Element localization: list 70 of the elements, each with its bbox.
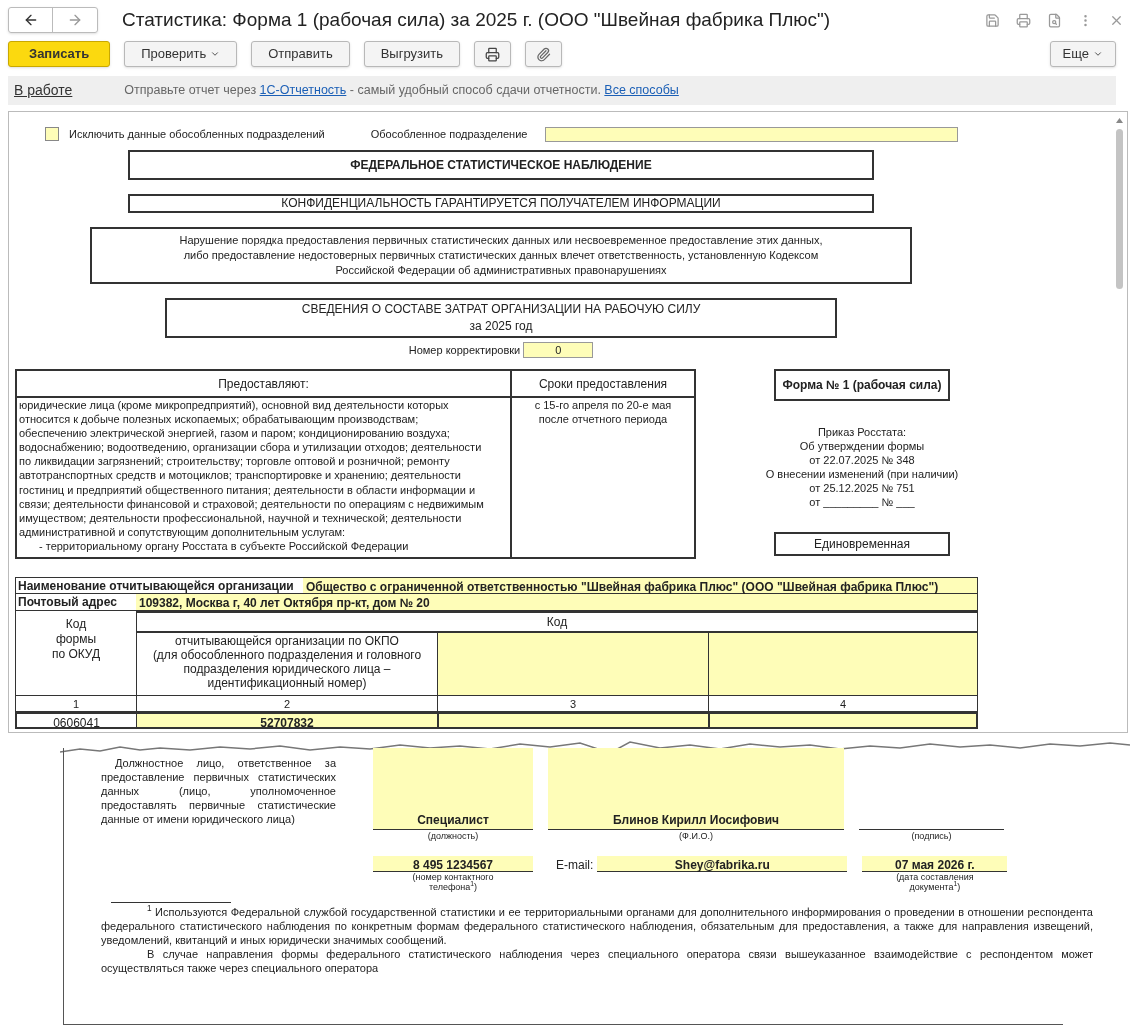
okud-header: Код формы по ОКУД xyxy=(50,616,102,663)
report-title: СВЕДЕНИЯ О СОСТАВЕ ЗАТРАТ ОРГАНИЗАЦИИ НА РАБОЧУЮ СИЛУ за 2025 год xyxy=(165,297,837,338)
caret-icon xyxy=(1093,49,1103,59)
scroll-up-icon[interactable] xyxy=(1115,118,1123,123)
print-button[interactable] xyxy=(474,41,511,67)
code-cell[interactable] xyxy=(437,714,708,727)
periodicity: Единовременная xyxy=(774,532,950,556)
column-number: 1 xyxy=(71,697,81,711)
deadline-text: с 15-го апреля по 20-е мая после отчетного периода xyxy=(533,398,673,426)
column-header: Предоставляют: xyxy=(17,371,512,396)
providers-text: юридические лица (кроме микропредприятий), основной вид деятельности которых относится к добыче полезных ископаемых; обрабатывающим производствам; обеспечению электрической энергией, газом и паром; кондиционированию воздуха; водоснабжению; водоотведению, организации сбора и утилизации отходов; деятельности по ликвидации загрязнений; строительству; торговле оптовой и розничной; ремонту автотранспортных средств и мотоциклов; транспортировке и хранению; деятельности гостиниц и предприятий общественного питания; деятельности в области информации и связи; деятельности финансовой и страховой; деятельности по операциям с недвижимым имуществом; деятельности профессиональной, научной и технической; деятельности административной и сопутствующим дополнительным услугам: xyxy=(19,398,485,539)
name-field[interactable]: Блинов Кирилл Иосифович xyxy=(548,748,844,830)
printer-icon xyxy=(485,46,500,62)
preview-icon[interactable] xyxy=(1047,12,1062,28)
code-cell[interactable] xyxy=(437,633,708,695)
exclude-checkbox[interactable] xyxy=(45,127,59,142)
save-button[interactable]: Записать xyxy=(8,41,111,67)
column-number: 4 xyxy=(708,696,977,711)
code-cell[interactable] xyxy=(708,633,977,695)
exclude-label: Исключить данные обособленных подразделений xyxy=(69,127,325,142)
toolbar-button[interactable]: Отправить xyxy=(251,41,350,67)
okpo-value[interactable]: 52707832 xyxy=(136,714,437,727)
address-value[interactable]: 109382, Москва г, 40 лет Октября пр-кт, дом № 20 xyxy=(136,594,977,610)
save-icon[interactable] xyxy=(985,12,1000,28)
org-value[interactable]: Общество с ограниченной ответственностью "Швейная фабрика Плюс" (ООО "Швейная фабрика Плюс") xyxy=(303,578,977,593)
more-button[interactable]: Еще xyxy=(1049,41,1116,67)
email-label: E-mail: xyxy=(556,856,594,874)
attach-button[interactable] xyxy=(525,41,562,67)
right-arrow-icon xyxy=(67,12,83,28)
okpo-header: отчитывающейся организации по ОКПО (для обособленного подразделения и головного подразделения юридического лица – идентификационный номер) xyxy=(151,633,423,692)
name-caption: (Ф.И.О.) xyxy=(678,830,714,843)
info-message: Отправьте отчет через 1С-Отчетность - самый удобный способ сдачи отчетности. Все способы xyxy=(124,82,679,100)
column-number: 3 xyxy=(437,696,708,711)
survey-title: ФЕДЕРАЛЬНОЕ СТАТИСТИЧЕСКОЕ НАБЛЮДЕНИЕ xyxy=(128,149,874,180)
code-cell[interactable] xyxy=(708,714,976,727)
position-caption: (должность) xyxy=(426,830,480,843)
org-label: Наименование отчитывающейся организации xyxy=(17,577,295,595)
responsible-person-text: Должностное лицо, ответственное за предоставление первичных статистических данных (лицо, уполномоченное предоставлять первичные статистические данные от имени юридического лица) xyxy=(101,756,336,827)
recipient-text: - территориальному органу Росстата в субъекте Российской Федерации xyxy=(38,538,410,554)
address-label: Почтовый адрес xyxy=(17,594,118,611)
column-header: Сроки предоставления xyxy=(537,375,669,393)
confidentiality-notice: КОНФИДЕНЦИАЛЬНОСТЬ ГАРАНТИРУЕТСЯ ПОЛУЧАТЕЛЕМ ИНФОРМАЦИИ xyxy=(128,193,874,213)
okud-value: 0606041 xyxy=(52,715,101,727)
order-text: Приказ Росстата: Об утверждении формы от 22.07.2025 № 348 О внесении изменений (при наличии) от 25.12.2025 № 751 от _________ № ___ xyxy=(765,425,959,509)
date-field[interactable]: 07 мая 2026 г. xyxy=(862,855,1008,872)
toolbar-button[interactable]: Выгрузить xyxy=(363,41,460,67)
phone-caption: (номер контактного телефона$^{1}$) xyxy=(411,871,495,892)
service-link[interactable]: 1С-Отчетность xyxy=(259,83,347,98)
code-header: Код xyxy=(137,611,977,633)
footnote-text: $^{1}$ Используются Федеральной службой государственной статистики и ее территориальными органами для дополнительного информирования о проведении в отношении респондента федерального статистического наблюдения по конкретным формам федерального статистического наблюдения, обязательным для предоставления, а также для направления извещений, уведомлений, квитанций и иных юридически значимых сообщений. xyxy=(101,904,1093,947)
subdivision-label: Обособленное подразделение xyxy=(370,127,528,142)
phone-field[interactable]: 8 495 1234567 xyxy=(373,855,533,872)
footnote-text: В случае направления формы федерального статистического наблюдения через специального оператора связи вышеуказанное взаимодействие с респондентом может осуществляться также через специального оператора xyxy=(101,946,1093,975)
print-icon[interactable] xyxy=(1016,12,1031,28)
position-field[interactable]: Специалист xyxy=(373,748,533,830)
window-title: Статистика: Форма 1 (рабочая сила) за 2025 г. (ООО "Швейная фабрика Плюс") xyxy=(122,7,831,32)
signature-caption: (подпись) xyxy=(910,830,953,843)
all-methods-link[interactable]: Все способы xyxy=(604,83,679,98)
correction-label: Номер корректировки xyxy=(408,342,521,358)
date-caption: (дата составления документа$^{1}$) xyxy=(895,871,975,892)
form-name: Форма № 1 (рабочая сила) xyxy=(774,369,950,401)
email-field[interactable]: Shey@fabrika.ru xyxy=(597,855,848,872)
caret-icon xyxy=(210,49,221,59)
paperclip-icon xyxy=(536,46,551,62)
column-number: 2 xyxy=(136,696,437,711)
correction-field[interactable]: 0 xyxy=(523,341,594,358)
liability-notice: Нарушение порядка предоставления первичных статистических данных или несвоевременное предоставление этих данных, либо предоставление недостоверных первичных статистических данных влечет ответственность, установленную Кодексом Российской Федерации об административных правонарушениях xyxy=(90,226,912,284)
status-link[interactable]: В работе xyxy=(14,80,73,101)
subdivision-field[interactable] xyxy=(545,126,959,142)
check-dropdown-button[interactable]: Проверить xyxy=(124,41,238,67)
